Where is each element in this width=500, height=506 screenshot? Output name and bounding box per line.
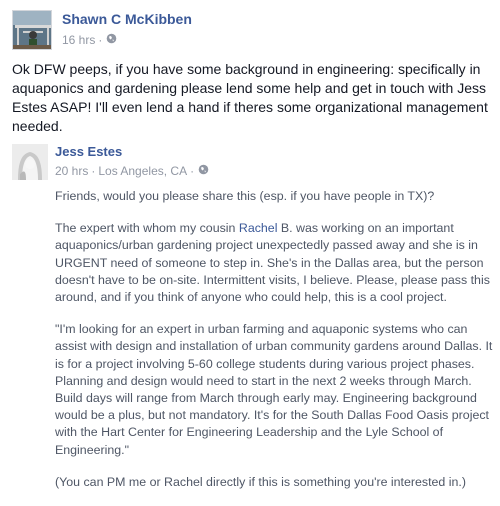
meta-separator: ·	[190, 164, 195, 178]
shared-paragraph: The expert with whom my cousin Rachel B.…	[55, 220, 495, 306]
meta-separator: ·	[98, 33, 103, 47]
shared-location[interactable]: Los Angeles, CA	[98, 163, 187, 179]
post-timestamp[interactable]: 16 hrs	[62, 32, 95, 48]
text-fragment: The expert with whom my cousin	[55, 221, 239, 236]
shared-author-avatar[interactable]	[12, 144, 48, 180]
post-text: Ok DFW peeps, if you have some backgroun…	[12, 61, 488, 134]
shared-meta: 20 hrs · Los Angeles, CA ·	[55, 163, 209, 179]
author-name[interactable]: Shawn C McKibben	[62, 10, 192, 28]
post-header: Shawn C McKibben 16 hrs ·	[12, 10, 192, 52]
author-avatar[interactable]	[12, 10, 52, 50]
post-meta: 16 hrs ·	[62, 32, 192, 48]
meta-separator: ·	[91, 164, 96, 178]
shared-paragraph: Friends, would you please share this (es…	[55, 189, 435, 203]
globe-icon[interactable]	[106, 32, 117, 48]
shared-post-text: Friends, would you please share this (es…	[55, 188, 495, 506]
mentioned-user-link[interactable]: Rachel	[239, 221, 278, 235]
shared-paragraph: "I'm looking for an expert in urban farm…	[55, 322, 493, 457]
globe-icon[interactable]	[198, 163, 209, 179]
shared-paragraph: (You can PM me or Rachel directly if thi…	[55, 474, 466, 489]
shared-timestamp[interactable]: 20 hrs	[55, 163, 88, 179]
shared-author-name[interactable]: Jess Estes	[55, 144, 209, 160]
